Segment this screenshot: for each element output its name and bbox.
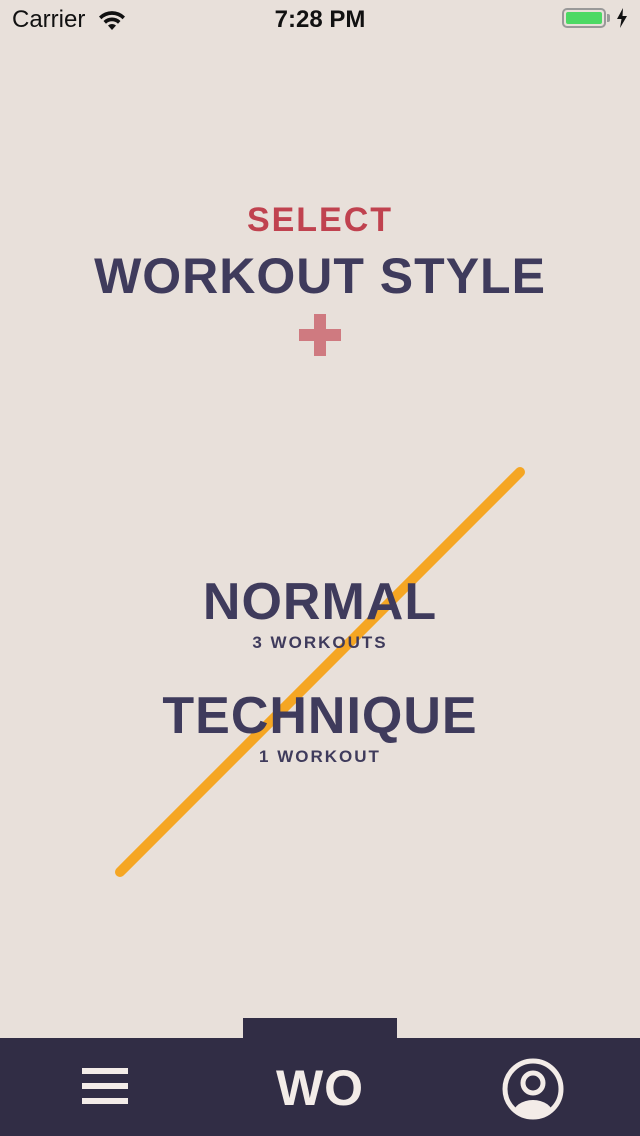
user-profile-icon[interactable]	[502, 1058, 564, 1120]
tab-center-notch	[243, 1018, 397, 1040]
page-header: SELECT WORKOUT STYLE	[0, 200, 640, 361]
style-workout-count: 1 WORKOUT	[259, 747, 381, 766]
style-option-technique[interactable]: TECHNIQUE 1 WORKOUT	[0, 688, 640, 768]
status-bar: Carrier 7:28 PM	[0, 0, 640, 40]
style-name: TECHNIQUE	[162, 687, 478, 745]
tab-bar: WO	[0, 1018, 640, 1136]
page-title: WORKOUT STYLE	[94, 248, 546, 304]
workout-style-list: NORMAL 3 WORKOUTS TECHNIQUE 1 WORKOUT	[0, 460, 640, 890]
style-name: NORMAL	[202, 573, 438, 631]
bolt-icon	[617, 8, 627, 28]
plus-icon[interactable]	[299, 314, 341, 356]
status-time: 7:28 PM	[274, 6, 366, 33]
style-workout-count: 3 WORKOUTS	[252, 633, 388, 652]
battery-icon	[562, 8, 606, 28]
select-label: SELECT	[246, 201, 394, 239]
style-option-normal[interactable]: NORMAL 3 WORKOUTS	[0, 574, 640, 654]
battery-indicator	[562, 8, 628, 28]
diagonal-stripe	[115, 467, 525, 877]
